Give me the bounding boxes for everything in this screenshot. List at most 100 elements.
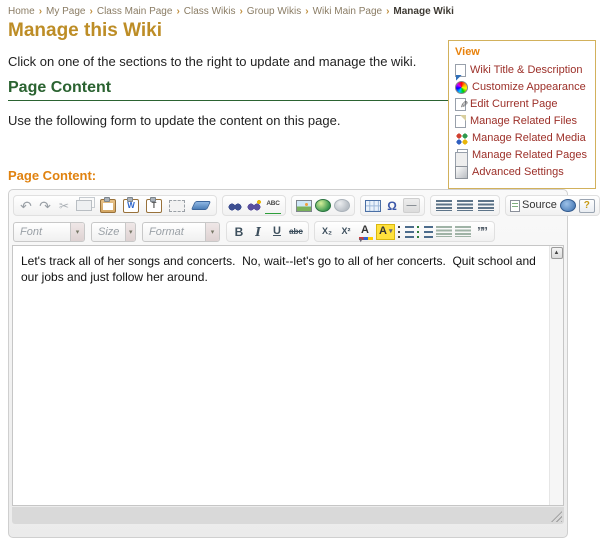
breadcrumb-item[interactable]: Group Wikis bbox=[247, 6, 301, 17]
form-instruction: Use the following form to update the con… bbox=[8, 113, 341, 128]
media-icon[interactable] bbox=[315, 199, 331, 212]
toolbar-row-2-groups: BIUabcX₂X²AA”” bbox=[226, 221, 500, 242]
customize-appearance-icon bbox=[455, 81, 468, 94]
paste-text-icon[interactable]: T bbox=[146, 196, 162, 213]
view-link-label: Manage Related Files bbox=[470, 115, 578, 127]
bulleted-list-icon[interactable] bbox=[417, 225, 434, 238]
breadcrumb-separator: › bbox=[38, 6, 43, 17]
view-link-label: Wiki Title & Description bbox=[470, 64, 583, 76]
section-heading: Page Content bbox=[8, 79, 448, 101]
horizontal-rule-icon[interactable]: — bbox=[403, 198, 420, 213]
bold-icon[interactable]: B bbox=[231, 224, 247, 240]
chevron-down-icon: ▾ bbox=[125, 222, 135, 241]
source-button-label: Source bbox=[522, 199, 557, 211]
breadcrumb-item: Manage Wiki bbox=[393, 6, 454, 17]
advanced-settings-icon bbox=[455, 166, 468, 179]
breadcrumb-item[interactable]: Class Wikis bbox=[184, 6, 236, 17]
italic-icon[interactable]: I bbox=[250, 224, 266, 240]
about-icon[interactable]: ? bbox=[578, 198, 595, 213]
toolbar-group bbox=[291, 195, 355, 216]
maximize-icon[interactable] bbox=[559, 199, 576, 212]
editor-content-text[interactable]: Let's track all of her songs and concert… bbox=[13, 246, 563, 292]
special-char-icon[interactable]: Ω bbox=[384, 198, 400, 214]
view-link-label: Customize Appearance bbox=[472, 81, 586, 93]
indent-icon[interactable] bbox=[455, 226, 472, 237]
view-link-label: Advanced Settings bbox=[472, 166, 564, 178]
source-doc-icon bbox=[510, 199, 520, 212]
view-panel-title: View bbox=[455, 46, 480, 58]
size-dropdown-label: Size bbox=[98, 225, 120, 238]
underline-icon[interactable]: U bbox=[269, 224, 285, 240]
toolbar-group bbox=[430, 195, 500, 216]
toolbar-row-2: Font ▾ Size ▾ Format ▾ BIUabcX₂X²AA”” bbox=[11, 218, 565, 244]
font-dropdown[interactable]: Font ▾ bbox=[13, 221, 85, 242]
breadcrumb-item[interactable]: Home bbox=[8, 6, 35, 17]
format-dropdown[interactable]: Format ▾ bbox=[142, 221, 220, 242]
select-all-icon[interactable] bbox=[169, 199, 185, 212]
manage-related-pages-icon bbox=[455, 149, 468, 167]
paste-icon[interactable] bbox=[100, 196, 116, 213]
breadcrumb-item[interactable]: Wiki Main Page bbox=[313, 6, 382, 17]
align-right-icon[interactable] bbox=[478, 200, 494, 211]
editor-bottom-bar bbox=[12, 507, 564, 524]
cut-icon: ✂ bbox=[58, 198, 70, 213]
view-link-wiki-title-description[interactable]: Wiki Title & Description bbox=[455, 62, 589, 79]
redo-icon: ↷ bbox=[39, 197, 51, 214]
toolbar-group: ABC bbox=[222, 195, 286, 216]
breadcrumb: Home › My Page › Class Main Page › Class Wikis… bbox=[8, 6, 592, 17]
undo-icon: ↶ bbox=[20, 197, 32, 214]
copy-icon bbox=[76, 200, 92, 211]
manage-related-media-icon bbox=[455, 132, 468, 145]
replace-icon[interactable] bbox=[246, 198, 262, 213]
align-center-icon[interactable] bbox=[457, 200, 473, 211]
breadcrumb-separator: › bbox=[386, 6, 390, 17]
bg-color-icon[interactable]: A bbox=[376, 223, 396, 240]
strikethrough-icon[interactable]: abc bbox=[288, 224, 304, 240]
breadcrumb-item[interactable]: Class Main Page bbox=[97, 6, 173, 17]
view-link-manage-related-media[interactable]: Manage Related Media bbox=[455, 130, 589, 147]
toolbar-row-1: ↶ ↷ ✂ W T ABC Ω — Source? bbox=[11, 192, 600, 218]
font-dropdown-label: Font bbox=[20, 225, 43, 238]
breadcrumb-item[interactable]: My Page bbox=[46, 6, 85, 17]
resize-handle-icon[interactable] bbox=[551, 511, 562, 522]
edit-current-page-icon bbox=[455, 98, 466, 111]
superscript-icon[interactable]: X² bbox=[338, 224, 354, 240]
chevron-down-icon: ▾ bbox=[70, 222, 84, 241]
view-link-edit-current-page[interactable]: Edit Current Page bbox=[455, 96, 589, 113]
view-link-label: Manage Related Pages bbox=[472, 149, 587, 161]
paste-word-icon[interactable]: W bbox=[123, 196, 139, 213]
remove-format-icon[interactable] bbox=[190, 201, 212, 210]
view-link-manage-related-pages[interactable]: Manage Related Pages bbox=[455, 147, 589, 167]
view-panel-list: Wiki Title & Description Customize Appear… bbox=[455, 62, 589, 181]
format-dropdown-label: Format bbox=[149, 225, 184, 238]
view-link-manage-related-files[interactable]: Manage Related Files bbox=[455, 113, 589, 130]
outdent-icon bbox=[436, 226, 453, 237]
view-link-customize-appearance[interactable]: Customize Appearance bbox=[455, 79, 589, 96]
text-color-icon[interactable]: A bbox=[357, 224, 373, 240]
editor-scrollbar[interactable]: ▲ bbox=[549, 246, 563, 505]
flash-icon bbox=[334, 199, 350, 212]
view-link-advanced-settings[interactable]: Advanced Settings bbox=[455, 164, 589, 181]
toolbar-group: Ω — bbox=[360, 195, 425, 216]
subscript-icon[interactable]: X₂ bbox=[319, 224, 335, 240]
size-dropdown[interactable]: Size ▾ bbox=[91, 221, 136, 242]
manage-related-files-icon bbox=[455, 115, 466, 128]
editor-content-area[interactable]: Let's track all of her songs and concert… bbox=[12, 245, 564, 506]
view-link-label: Edit Current Page bbox=[470, 98, 558, 110]
source-button[interactable]: Source bbox=[510, 198, 557, 214]
numbered-list-icon[interactable] bbox=[398, 225, 415, 238]
page-title: Manage this Wiki bbox=[8, 20, 162, 41]
find-icon[interactable] bbox=[227, 198, 243, 213]
table-icon[interactable] bbox=[365, 199, 381, 212]
rich-text-editor: ↶ ↷ ✂ W T ABC Ω — Source? Font ▾ Size ▾ Format ▾… bbox=[8, 189, 600, 538]
align-left-icon[interactable] bbox=[436, 200, 452, 211]
blockquote-icon[interactable]: ”” bbox=[474, 224, 490, 240]
spell-check-icon[interactable]: ABC bbox=[265, 198, 281, 214]
image-icon[interactable] bbox=[296, 199, 312, 212]
chevron-down-icon: ▾ bbox=[205, 222, 219, 241]
breadcrumb-separator: › bbox=[176, 6, 180, 17]
toolbar-group: X₂X²AA”” bbox=[314, 221, 496, 242]
toolbar-group: B I Uabc bbox=[226, 221, 309, 242]
breadcrumb-separator: › bbox=[89, 6, 93, 17]
scrollbar-up-icon[interactable]: ▲ bbox=[550, 247, 563, 259]
